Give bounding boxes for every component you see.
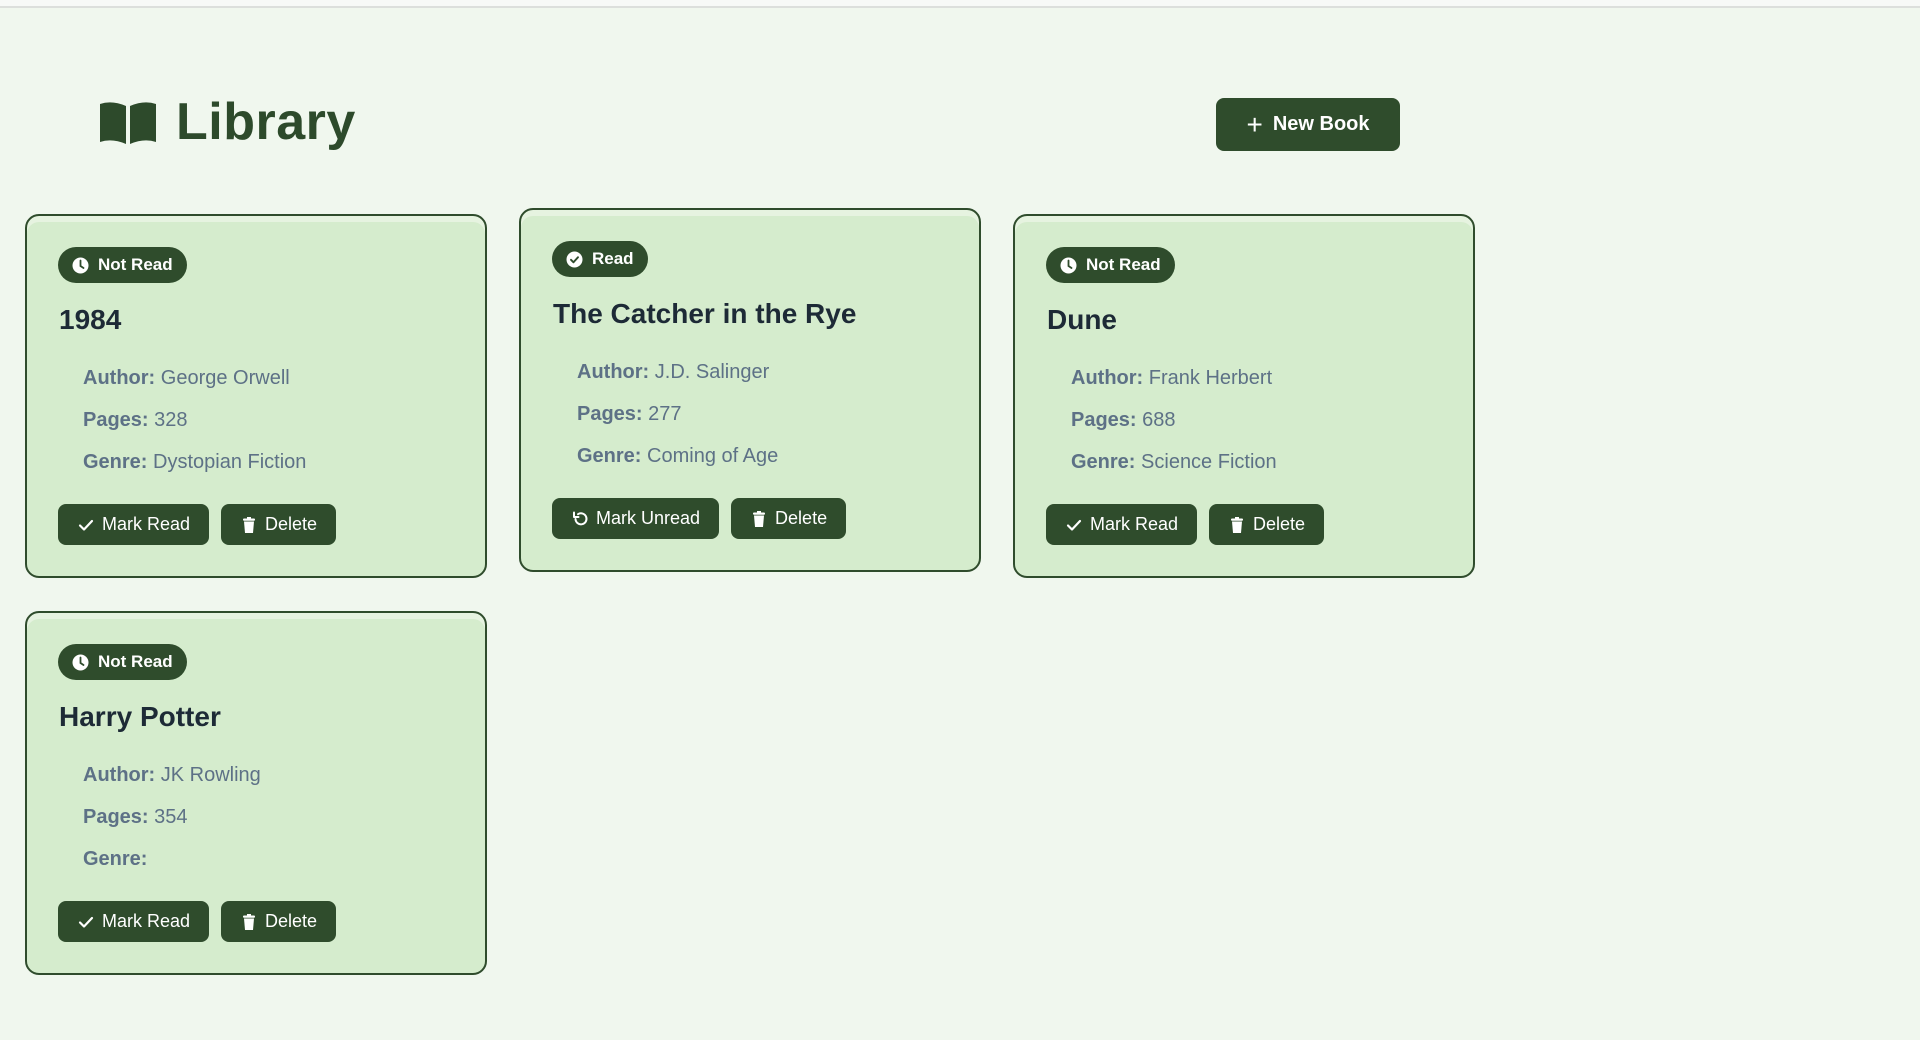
- mark-read-button[interactable]: Mark Read: [58, 504, 210, 545]
- pages-field: Pages: 277: [577, 402, 778, 444]
- pages-label: Pages:: [83, 806, 149, 828]
- genre-value: Coming of Age: [647, 445, 779, 467]
- card-actions: Mark Read Delete: [58, 901, 348, 942]
- card-actions: Mark Read Delete: [58, 504, 348, 545]
- trash-icon: [750, 510, 768, 528]
- check-icon: [1065, 516, 1083, 534]
- trash-icon: [1228, 516, 1246, 534]
- delete-label: Delete: [265, 911, 318, 931]
- page-title: Library: [176, 93, 356, 151]
- card-actions: Mark Read Delete: [1046, 504, 1336, 545]
- book-card: Not Read Dune Author: Frank Herbert Page…: [1013, 214, 1475, 578]
- delete-label: Delete: [265, 514, 318, 534]
- author-value: George Orwell: [160, 367, 290, 389]
- genre-value: Dystopian Fiction: [153, 451, 307, 473]
- card-actions: Mark Unread Delete: [552, 498, 858, 539]
- book-title: The Catcher in the Rye: [553, 298, 857, 329]
- book-details: Author: Frank Herbert Pages: 688 Genre: …: [1071, 366, 1277, 492]
- mark-read-label: Mark Read: [102, 911, 191, 931]
- genre-field: Genre: Coming of Age: [577, 444, 778, 486]
- author-label: Author:: [83, 367, 156, 389]
- author-field: Author: JK Rowling: [83, 763, 261, 805]
- clock-icon: [72, 257, 89, 274]
- status-badge: Read: [552, 241, 648, 277]
- status-badge: Not Read: [58, 247, 187, 283]
- delete-button[interactable]: Delete: [731, 498, 847, 539]
- genre-field: Genre: Science Fiction: [1071, 450, 1277, 492]
- author-field: Author: George Orwell: [83, 366, 306, 408]
- status-label: Not Read: [1086, 255, 1161, 274]
- browser-top-border: [0, 0, 1920, 8]
- check-circle-icon: [566, 251, 583, 268]
- open-book-icon: [98, 95, 158, 149]
- author-value: JK Rowling: [160, 764, 261, 786]
- clock-icon: [72, 654, 89, 671]
- author-field: Author: Frank Herbert: [1071, 366, 1277, 408]
- genre-value: Science Fiction: [1141, 451, 1277, 473]
- delete-label: Delete: [1253, 514, 1306, 534]
- genre-field: Genre:: [83, 847, 261, 889]
- book-details: Author: George Orwell Pages: 328 Genre: …: [83, 366, 306, 492]
- pages-field: Pages: 328: [83, 408, 306, 450]
- pages-label: Pages:: [577, 403, 643, 425]
- mark-read-button[interactable]: Mark Read: [1046, 504, 1198, 545]
- genre-label: Genre:: [83, 848, 148, 870]
- book-details: Author: JK Rowling Pages: 354 Genre:: [83, 763, 261, 889]
- pages-value: 328: [154, 409, 188, 431]
- book-title: Dune: [1047, 304, 1117, 335]
- delete-label: Delete: [775, 508, 828, 528]
- delete-button[interactable]: Delete: [1209, 504, 1325, 545]
- book-details: Author: J.D. Salinger Pages: 277 Genre: …: [577, 360, 778, 486]
- genre-label: Genre:: [577, 445, 642, 467]
- author-value: Frank Herbert: [1148, 367, 1273, 389]
- author-label: Author:: [83, 764, 156, 786]
- status-label: Not Read: [98, 652, 173, 671]
- check-icon: [77, 516, 95, 534]
- clock-icon: [1060, 257, 1077, 274]
- author-label: Author:: [577, 361, 650, 383]
- status-badge: Not Read: [1046, 247, 1175, 283]
- author-field: Author: J.D. Salinger: [577, 360, 778, 402]
- check-icon: [77, 913, 95, 931]
- mark-read-label: Mark Read: [1090, 514, 1179, 534]
- genre-label: Genre:: [1071, 451, 1136, 473]
- plus-icon: +: [1246, 108, 1263, 140]
- delete-button[interactable]: Delete: [221, 504, 337, 545]
- pages-field: Pages: 688: [1071, 408, 1277, 450]
- pages-value: 354: [154, 806, 188, 828]
- undo-icon: [571, 510, 589, 528]
- page-header: Library: [98, 92, 356, 152]
- genre-field: Genre: Dystopian Fiction: [83, 450, 306, 492]
- mark-read-button[interactable]: Mark Read: [58, 901, 210, 942]
- book-card: Not Read Harry Potter Author: JK Rowling…: [25, 611, 487, 975]
- trash-icon: [240, 516, 258, 534]
- author-value: J.D. Salinger: [654, 361, 770, 383]
- pages-value: 277: [648, 403, 682, 425]
- mark-unread-label: Mark Unread: [596, 508, 701, 528]
- book-card: Not Read 1984 Author: George Orwell Page…: [25, 214, 487, 578]
- pages-value: 688: [1142, 409, 1176, 431]
- pages-field: Pages: 354: [83, 805, 261, 847]
- trash-icon: [240, 913, 258, 931]
- pages-label: Pages:: [1071, 409, 1137, 431]
- genre-label: Genre:: [83, 451, 148, 473]
- delete-button[interactable]: Delete: [221, 901, 337, 942]
- new-book-label: New Book: [1272, 113, 1370, 135]
- author-label: Author:: [1071, 367, 1144, 389]
- new-book-button[interactable]: + New Book: [1216, 98, 1400, 151]
- book-title: Harry Potter: [59, 701, 221, 732]
- status-label: Not Read: [98, 255, 173, 274]
- mark-read-label: Mark Read: [102, 514, 191, 534]
- pages-label: Pages:: [83, 409, 149, 431]
- book-card: Read The Catcher in the Rye Author: J.D.…: [519, 208, 981, 572]
- status-badge: Not Read: [58, 644, 187, 680]
- status-label: Read: [592, 249, 634, 268]
- mark-unread-button[interactable]: Mark Unread: [552, 498, 720, 539]
- book-title: 1984: [59, 304, 122, 335]
